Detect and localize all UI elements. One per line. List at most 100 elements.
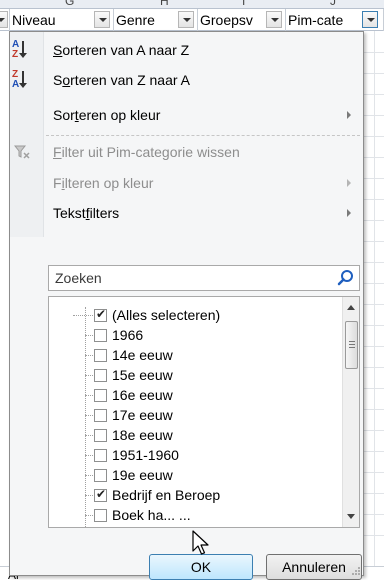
checkbox[interactable] [94, 369, 107, 382]
gridline [363, 94, 384, 95]
mouse-pointer-icon [192, 530, 212, 558]
gridline [363, 73, 384, 74]
submenu-arrow-icon [347, 209, 351, 217]
list-item[interactable]: 1951-1960 [49, 446, 339, 465]
check-icon: ✔ [96, 487, 107, 501]
gridline [363, 241, 384, 242]
checkbox[interactable] [94, 449, 107, 462]
column-letter-i: I [242, 0, 246, 8]
submenu-arrow-icon [347, 179, 351, 187]
checkbox[interactable] [94, 469, 107, 482]
vertical-scrollbar[interactable] [342, 297, 359, 527]
menu-item-label: Sorteren op kleur [53, 107, 161, 123]
checkbox[interactable] [94, 509, 107, 522]
checkbox[interactable] [94, 329, 107, 342]
search-icon[interactable] [337, 269, 355, 287]
header-label: Genre [116, 12, 155, 28]
filter-dropdown-button-active[interactable] [362, 11, 378, 28]
clear-filter-item[interactable]: Filter uit Pim-categorie wissen [10, 137, 363, 167]
list-item-label: (Alles selecteren) [112, 307, 221, 323]
table-header-row: Niveau Genre Groepsv Pim-cate [0, 9, 384, 31]
list-item-label: 15e eeuw [112, 367, 173, 383]
gridline [363, 472, 384, 473]
list-item[interactable]: 17e eeuw [49, 406, 339, 425]
list-item[interactable]: ✔ Bedrijf en Beroep [49, 486, 339, 505]
gridline [363, 157, 384, 158]
list-item-label: 16e eeuw [112, 387, 173, 403]
filter-by-color-item[interactable]: Filteren op kleur [10, 168, 363, 198]
gridline [374, 31, 375, 580]
list-item[interactable]: Boek ha... ... [49, 506, 339, 525]
gridline [363, 325, 384, 326]
menu-item-label: Sorteren van Z naar A [53, 72, 190, 88]
menu-item-label: Filter uit Pim-categorie wissen [53, 144, 240, 160]
gridline [363, 388, 384, 389]
header-cell-genre: Genre [114, 9, 198, 31]
list-item-select-all[interactable]: ✔ (Alles selecteren) [49, 306, 339, 325]
submenu-arrow-icon [347, 111, 351, 119]
sort-z-to-a-item[interactable]: ZA Sorteren van Z naar A [10, 65, 363, 95]
list-item[interactable]: 15e eeuw [49, 366, 339, 385]
list-item-label: 1966 [112, 327, 144, 343]
checkbox[interactable] [94, 409, 107, 422]
list-item-label: 19e eeuw [112, 467, 173, 483]
list-item-label: 18e eeuw [112, 427, 173, 443]
gridline [363, 136, 384, 137]
checkbox[interactable] [94, 429, 107, 442]
list-item[interactable]: 16e eeuw [49, 386, 339, 405]
list-item-label: Boek ha... ... [112, 507, 191, 523]
header-label: Pim-cate [288, 12, 344, 28]
header-cell-pim-categorie: Pim-cate [286, 9, 384, 31]
list-item[interactable]: 14e eeuw [49, 346, 339, 365]
gridline [363, 346, 384, 347]
filter-dropdown-button[interactable] [178, 11, 194, 28]
gridline [363, 52, 384, 53]
header-cell-niveau: Niveau [10, 9, 114, 31]
sort-ascending-icon: AZ [12, 39, 34, 61]
gridline [363, 430, 384, 431]
list-item-label: 14e eeuw [112, 347, 173, 363]
filter-dropdown-button[interactable] [94, 11, 110, 28]
cancel-button[interactable]: Annuleren [266, 554, 362, 580]
text-filters-item[interactable]: Tekstfilters [10, 198, 363, 228]
column-letters-bar: G H I J [0, 0, 384, 9]
sort-descending-icon: ZA [12, 69, 34, 91]
gridline [363, 283, 384, 284]
header-cell-groepsv: Groepsv [198, 9, 286, 31]
list-item[interactable]: 1966 [49, 326, 339, 345]
scrollbar-thumb[interactable] [345, 321, 358, 369]
gridline [363, 220, 384, 221]
resize-grip-icon[interactable] [351, 563, 361, 575]
list-item-label: Bedrijf en Beroep [112, 487, 221, 503]
column-letter-h: H [160, 0, 169, 8]
scroll-down-arrow-icon[interactable] [347, 514, 355, 519]
column-letter-j: J [330, 0, 336, 8]
checkbox[interactable] [94, 349, 107, 362]
gridline [363, 514, 384, 515]
list-item-label: 1951-1960 [112, 447, 179, 463]
scroll-up-arrow-icon[interactable] [347, 305, 355, 310]
search-input[interactable]: Zoeken [48, 265, 360, 291]
checkbox[interactable] [94, 389, 107, 402]
filter-values-list: ✔ (Alles selecteren) 1966 14e eeuw 15e e… [48, 296, 360, 528]
filter-dropdown-button[interactable] [266, 11, 282, 28]
filter-dropdown-button[interactable] [0, 11, 8, 28]
gridline [363, 535, 384, 536]
column-letter-g: G [65, 0, 75, 8]
menu-separator [46, 135, 360, 136]
menu-item-label: Tekstfilters [53, 205, 120, 221]
clear-filter-icon [13, 145, 36, 167]
sort-by-color-item[interactable]: Sorteren op kleur [10, 100, 363, 130]
sort-a-to-z-item[interactable]: AZ Sorteren van A naar Z [10, 35, 363, 65]
list-item[interactable]: 19e eeuw [49, 466, 339, 485]
list-item-label: 17e eeuw [112, 407, 173, 423]
gridline [363, 178, 384, 179]
checkbox[interactable]: ✔ [94, 487, 107, 502]
list-item[interactable]: 18e eeuw [49, 426, 339, 445]
gridline [363, 493, 384, 494]
gridline [363, 367, 384, 368]
menu-item-label: Sorteren van A naar Z [53, 42, 190, 58]
gridline [363, 115, 384, 116]
check-icon: ✔ [96, 307, 107, 321]
checkbox[interactable]: ✔ [94, 307, 107, 322]
